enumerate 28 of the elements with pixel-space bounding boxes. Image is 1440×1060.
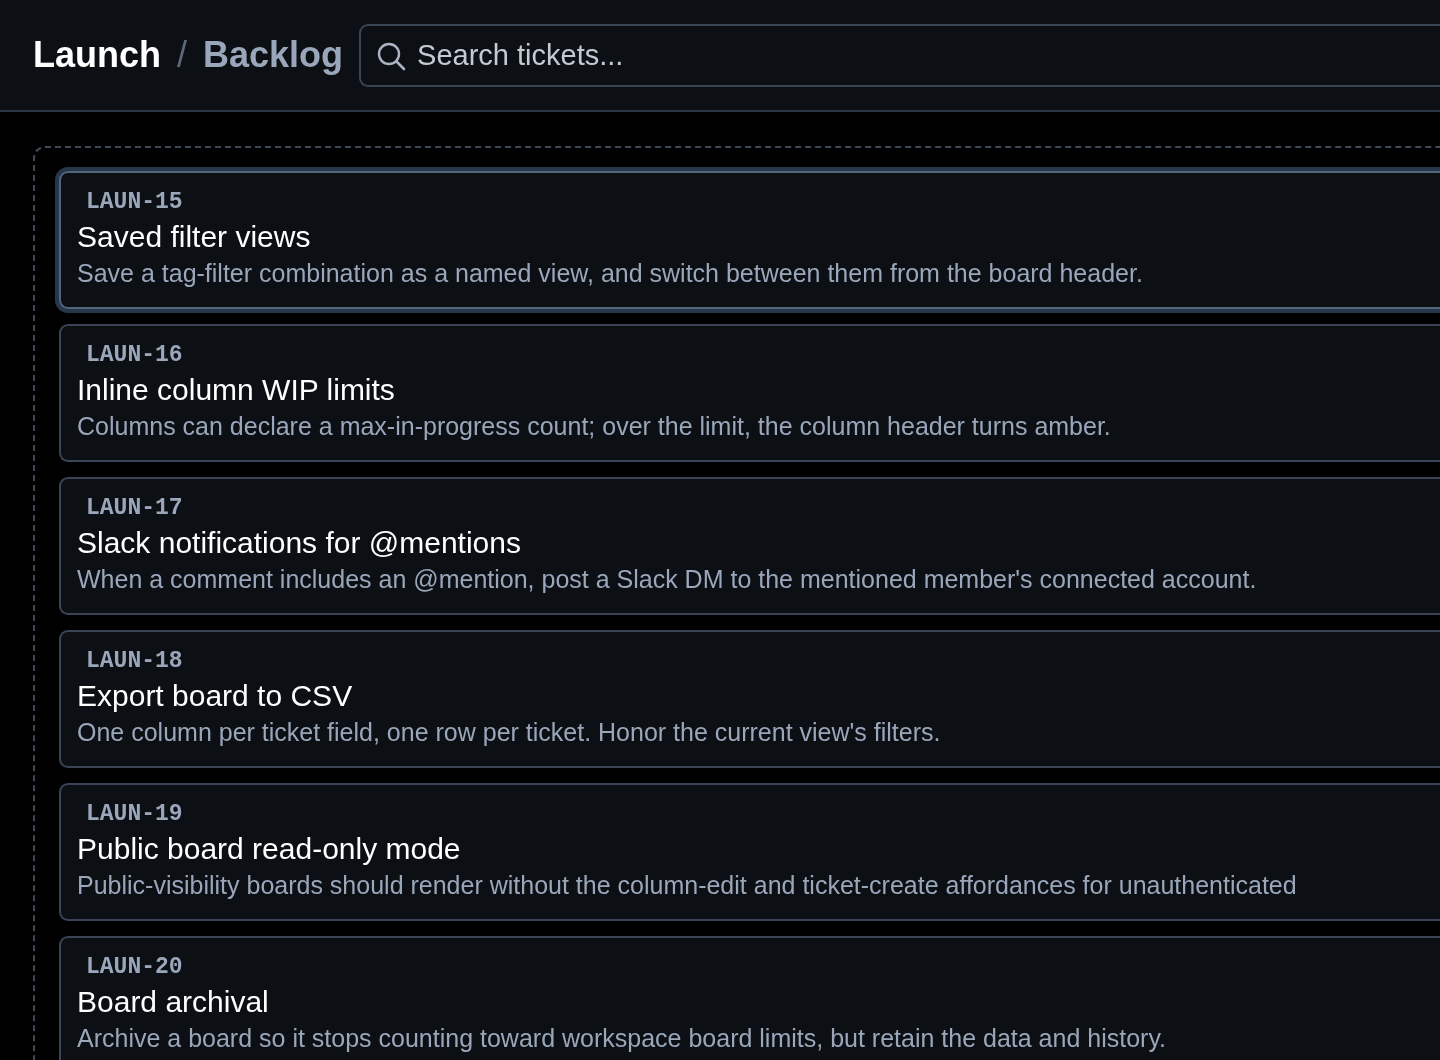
ticket-card[interactable]: LAUN-17 Slack notifications for @mentions When a comment includes an @mention, post a Slack DM to the mentioned member's connected account. (59, 477, 1440, 615)
ticket-title: Inline column WIP limits (77, 372, 395, 408)
ticket-id: LAUN-17 (85, 494, 183, 523)
ticket-card[interactable]: LAUN-18 Export board to CSV One column per ticket field, one row per ticket. Honor the current view's filters. (59, 630, 1440, 768)
ticket-card[interactable]: LAUN-16 Inline column WIP limits Columns can declare a max-in-progress count; over the limit, the column header turns amber. (59, 324, 1440, 462)
ticket-description: Archive a board so it stops counting toward workspace board limits, but retain the data and history. (77, 1023, 1166, 1054)
ticket-id: LAUN-20 (85, 953, 183, 982)
ticket-card[interactable]: LAUN-19 Public board read-only mode Public-visibility boards should render without the column-edit and ticket-create affordances for unauthenticated (59, 783, 1440, 921)
project-name[interactable]: Launch (33, 34, 161, 76)
ticket-title: Slack notifications for @mentions (77, 525, 521, 561)
ticket-card[interactable]: LAUN-20 Board archival Archive a board so it stops counting toward workspace board limits, but retain the data and history. (59, 936, 1440, 1060)
ticket-id: LAUN-16 (85, 341, 183, 370)
search-icon (376, 40, 407, 71)
ticket-title: Export board to CSV (77, 678, 353, 714)
ticket-title: Board archival (77, 984, 269, 1020)
ticket-description: When a comment includes an @mention, post a Slack DM to the mentioned member's connected account. (77, 564, 1257, 595)
ticket-title: Saved filter views (77, 219, 311, 255)
board-name: Backlog (203, 34, 344, 76)
ticket-title: Public board read-only mode (77, 831, 461, 867)
ticket-description: Columns can declare a max-in-progress count; over the limit, the column header turns amber. (77, 411, 1111, 442)
search-field[interactable]: Search tickets... (359, 23, 1440, 87)
ticket-description: One column per ticket field, one row per ticket. Honor the current view's filters. (77, 717, 941, 748)
breadcrumb-separator: / (177, 34, 188, 76)
ticket-id: LAUN-19 (85, 800, 183, 829)
ticket-description: Save a tag-filter combination as a named view, and switch between them from the board header. (77, 258, 1143, 289)
ticket-description: Public-visibility boards should render without the column-edit and ticket-create affordances for unauthenticated (77, 870, 1297, 901)
ticket-id: LAUN-15 (85, 188, 183, 217)
ticket-id: LAUN-18 (85, 647, 183, 676)
